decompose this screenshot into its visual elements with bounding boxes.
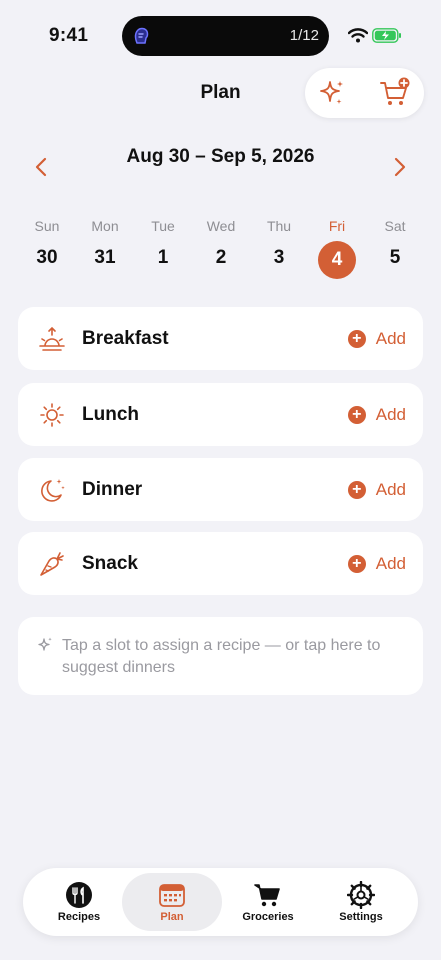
day-name: Sun <box>34 218 60 234</box>
day-name: Sat <box>384 218 406 234</box>
tab-recipes[interactable]: Recipes <box>29 873 129 931</box>
day-thu[interactable]: Thu 3 <box>250 215 308 285</box>
day-number: 4 <box>318 241 356 279</box>
day-number: 5 <box>389 247 401 268</box>
day-sun[interactable]: Sun 30 <box>18 215 76 285</box>
tab-label: Recipes <box>57 911 101 923</box>
day-name: Mon <box>91 218 119 234</box>
status-time: 9:41 <box>49 25 89 46</box>
tab-label: Plan <box>160 911 184 923</box>
day-name: Fri <box>328 218 346 234</box>
plus-circle-icon: + <box>347 330 366 348</box>
calendar-icon <box>159 884 185 907</box>
suggest-text: Tap a slot to assign a recipe — or tap h… <box>62 637 381 676</box>
week-range: Aug 30 – Sep 5, 2026 <box>126 146 315 167</box>
dynamic-island[interactable]: 1/12 <box>122 16 329 56</box>
wifi-icon <box>348 28 368 43</box>
chevron-right-icon[interactable] <box>390 156 410 178</box>
day-tue[interactable]: Tue 1 <box>134 215 192 285</box>
meal-label: Breakfast <box>82 328 169 349</box>
suggest-dinners-card[interactable]: Tap a slot to assign a recipe — or tap h… <box>18 617 423 695</box>
meal-slot-breakfast[interactable]: Breakfast + Add <box>18 307 423 370</box>
add-label: Add <box>375 405 406 424</box>
meal-slot-lunch[interactable]: Lunch + Add <box>18 383 423 446</box>
add-snack-button[interactable]: + Add <box>347 553 406 575</box>
tab-plan[interactable]: Plan <box>122 873 222 931</box>
day-name: Thu <box>266 218 292 234</box>
meal-slot-snack[interactable]: Snack + Add <box>18 532 423 595</box>
day-mon[interactable]: Mon 31 <box>76 215 134 285</box>
sunrise-icon <box>39 326 65 351</box>
sparkles-icon <box>38 637 52 651</box>
tab-groceries[interactable]: Groceries <box>218 873 318 931</box>
day-number: 30 <box>36 247 58 268</box>
plus-circle-icon: + <box>347 481 366 499</box>
day-number: 2 <box>215 247 227 268</box>
meal-label: Snack <box>82 553 138 574</box>
tab-label: Settings <box>339 911 383 923</box>
plus-circle-icon: + <box>347 406 366 424</box>
fork-knife-icon <box>66 882 92 908</box>
status-bar: 9:41 1/12 <box>0 0 441 60</box>
tab-settings[interactable]: Settings <box>311 873 411 931</box>
moon-stars-icon <box>41 479 65 502</box>
day-fri-selected[interactable]: Fri 4 <box>308 215 366 285</box>
cart-add-icon[interactable] <box>379 77 411 109</box>
add-label: Add <box>375 480 406 499</box>
sun-icon <box>40 403 64 427</box>
day-wed[interactable]: Wed 2 <box>192 215 250 285</box>
header-actions <box>305 68 424 118</box>
day-name: Wed <box>206 218 236 234</box>
add-lunch-button[interactable]: + Add <box>347 404 406 426</box>
day-number: 31 <box>94 247 116 268</box>
day-number: 1 <box>157 247 169 268</box>
add-label: Add <box>375 554 406 573</box>
day-sat[interactable]: Sat 5 <box>366 215 424 285</box>
tab-label: Groceries <box>242 911 294 923</box>
plus-circle-icon: + <box>347 555 366 573</box>
meal-label: Dinner <box>82 479 143 500</box>
carrot-icon <box>40 552 64 576</box>
add-breakfast-button[interactable]: + Add <box>347 328 406 350</box>
day-number: 3 <box>273 247 285 268</box>
activity-icon <box>134 27 149 44</box>
activity-count: 1/12 <box>289 27 319 44</box>
week-days: Sun 30 Mon 31 Tue 1 Wed 2 Thu 3 Fri 4 Sa… <box>18 215 424 285</box>
tab-bar: Recipes Plan Groceries Settings <box>23 868 418 936</box>
battery-icon <box>372 28 401 43</box>
day-name: Tue <box>151 218 175 234</box>
meal-label: Lunch <box>82 404 139 425</box>
cart-icon <box>254 884 280 907</box>
add-label: Add <box>375 329 406 348</box>
sparkles-icon[interactable] <box>317 78 347 108</box>
add-dinner-button[interactable]: + Add <box>347 479 406 501</box>
gear-icon <box>347 881 375 909</box>
meal-slot-dinner[interactable]: Dinner + Add <box>18 458 423 521</box>
